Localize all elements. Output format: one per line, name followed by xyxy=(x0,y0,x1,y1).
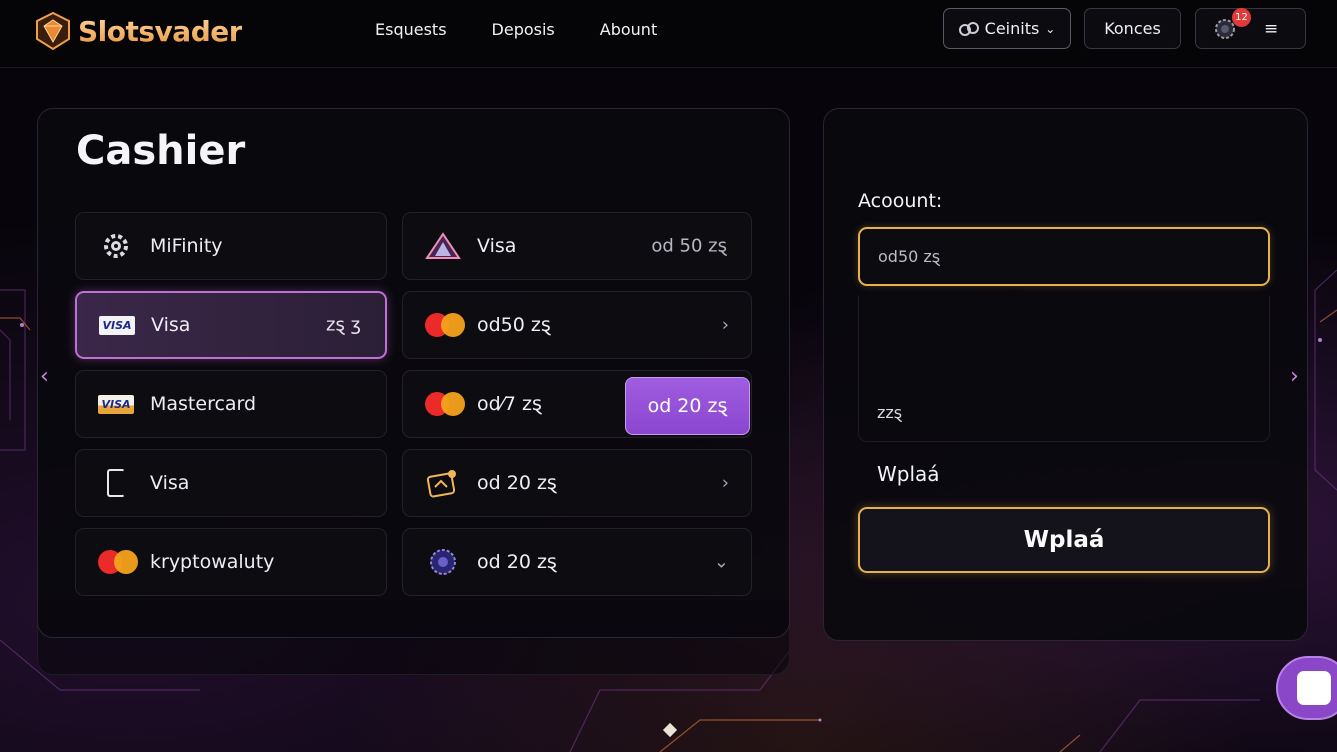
page-title: Cashier xyxy=(76,128,246,174)
live-chat-button[interactable] xyxy=(1276,656,1337,720)
method-label: Visa xyxy=(150,472,190,494)
chevron-left-icon[interactable]: ‹ xyxy=(40,364,49,389)
brand-name: Slotsvader xyxy=(78,14,243,48)
deposit-button[interactable]: Wplaá xyxy=(858,507,1270,573)
payment-method-visa-selected[interactable]: VISA Visa zȿ ʒ xyxy=(75,291,387,359)
brand-logo[interactable]: Slotsvader xyxy=(32,10,243,52)
logo-gem-icon xyxy=(36,11,70,51)
method-min-amount: od 50 zȿ xyxy=(651,235,727,257)
currency-label: Ceinits xyxy=(984,19,1040,38)
nav-link-deposis[interactable]: Deposis xyxy=(492,20,555,39)
notification-badge: 12 xyxy=(1232,8,1251,27)
payment-method-mifinity[interactable]: MiFinity xyxy=(75,212,387,280)
chevron-right-icon[interactable]: › xyxy=(1290,364,1299,389)
method-label: od50 zȿ xyxy=(477,314,551,336)
mastercard-icon xyxy=(425,390,465,418)
crypto-icon xyxy=(425,469,461,498)
payment-method-crypto[interactable]: kryptowaluty xyxy=(75,528,387,596)
method-label: Visa xyxy=(151,314,191,336)
method-label: Visa xyxy=(477,235,517,257)
phone-icon xyxy=(98,469,134,497)
top-bar: Slotsvader Esquests Deposis Abount Ceini… xyxy=(0,0,1337,68)
konces-button[interactable]: Konces xyxy=(1084,8,1181,49)
visa-icon: VISA xyxy=(99,311,135,339)
gear-icon xyxy=(98,232,134,260)
chevron-down-icon: ⌄ xyxy=(713,551,729,573)
mastercard-icon xyxy=(98,548,138,576)
chat-icon xyxy=(1297,671,1331,705)
coins-icon xyxy=(958,21,979,36)
triangle-logo-icon xyxy=(425,232,461,260)
method-label: od⁄7 zȿ xyxy=(477,393,542,415)
method-label: od 20 zȿ xyxy=(477,472,557,494)
main-nav: Esquests Deposis Abount xyxy=(375,20,657,39)
amount-chip-20[interactable]: od 20 zȿ xyxy=(625,377,750,435)
method-label: od 20 zȿ xyxy=(477,551,557,573)
method-label: Mastercard xyxy=(150,393,257,415)
method-label: MiFinity xyxy=(150,235,223,257)
account-label: Acoount: xyxy=(858,190,943,212)
chevron-right-icon: › xyxy=(721,314,729,336)
mastercard-icon xyxy=(425,311,465,339)
amount-input[interactable] xyxy=(858,227,1270,286)
coin-icon xyxy=(425,548,461,576)
deposit-summary-box xyxy=(858,296,1270,442)
nav-link-abount[interactable]: Abount xyxy=(600,20,657,39)
nav-link-esquests[interactable]: Esquests xyxy=(375,20,447,39)
payment-method-mastercard[interactable]: VISA Mastercard xyxy=(75,370,387,438)
chevron-right-icon: › xyxy=(721,472,729,494)
method-currency: zȿ ʒ xyxy=(326,314,361,336)
payment-method-coin[interactable]: od 20 zȿ ⌄ xyxy=(402,528,752,596)
hamburger-menu-icon: ≡ xyxy=(1264,19,1279,39)
payment-method-visa-alt[interactable]: Visa od 50 zȿ xyxy=(402,212,752,280)
payment-method-mastercard-alt[interactable]: od50 zȿ › xyxy=(402,291,752,359)
visa-gold-icon: VISA xyxy=(98,390,134,418)
payment-method-visa-mobile[interactable]: Visa xyxy=(75,449,387,517)
summary-currency: zzȿ xyxy=(877,403,903,422)
deposit-label: Wplaá xyxy=(877,462,940,486)
account-menu-button[interactable]: 12 ≡ xyxy=(1195,8,1306,49)
konces-label: Konces xyxy=(1104,19,1161,38)
method-label: kryptowaluty xyxy=(150,551,275,573)
payment-method-crypto-alt[interactable]: od 20 zȿ › xyxy=(402,449,752,517)
chevron-down-icon: ⌄ xyxy=(1045,21,1056,36)
currency-dropdown[interactable]: Ceinits ⌄ xyxy=(943,8,1071,49)
